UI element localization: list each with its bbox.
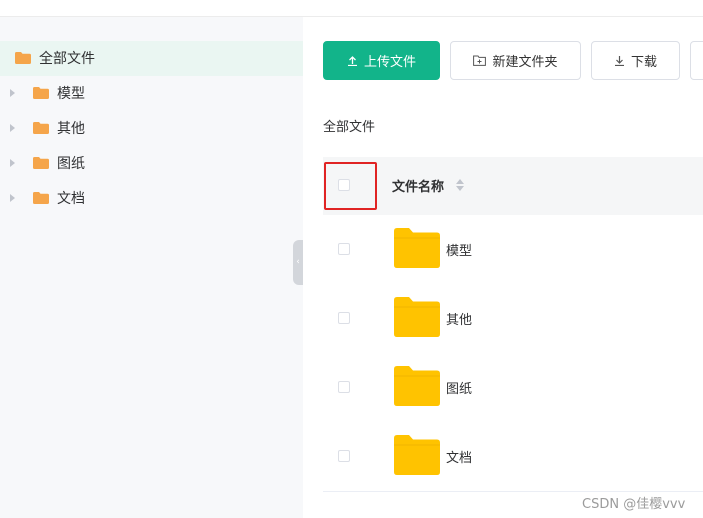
folder-icon	[33, 157, 49, 169]
folder-add-icon	[473, 55, 487, 66]
download-button-label: 下载	[630, 55, 657, 70]
table-row[interactable]: 模型	[323, 215, 703, 285]
column-header-name[interactable]: 文件名称	[392, 176, 444, 195]
caret-right-icon[interactable]	[10, 159, 15, 167]
tree-item-documents[interactable]: 文档	[0, 181, 303, 216]
new-folder-button-label: 新建文件夹	[492, 55, 558, 70]
select-all-checkbox[interactable]	[338, 179, 350, 191]
folder-icon	[33, 192, 49, 204]
folder-icon	[394, 366, 440, 406]
highlight-box	[324, 162, 377, 210]
download-icon	[614, 55, 625, 66]
upload-button[interactable]: 上传文件	[323, 41, 440, 80]
tree-item-label: 全部文件	[39, 51, 95, 67]
new-folder-button[interactable]: 新建文件夹	[450, 41, 581, 80]
tree-item-label: 模型	[57, 86, 85, 102]
upload-icon	[347, 55, 358, 66]
sidebar-tree: 全部文件 模型 其他 图纸 文档	[0, 17, 303, 518]
tree-item-label: 文档	[57, 191, 85, 207]
caret-right-icon[interactable]	[10, 124, 15, 132]
folder-icon	[394, 297, 440, 337]
download-button[interactable]: 下载	[591, 41, 680, 80]
chevron-left-icon: ‹	[296, 257, 300, 267]
tree-item-label: 其他	[57, 121, 85, 137]
breadcrumb[interactable]: 全部文件	[323, 116, 375, 135]
caret-right-icon[interactable]	[10, 194, 15, 202]
tree-item-all-files[interactable]: 全部文件	[0, 41, 303, 76]
folder-icon	[394, 228, 440, 268]
folder-icon	[33, 122, 49, 134]
file-name[interactable]: 图纸	[446, 378, 472, 397]
folder-icon	[33, 87, 49, 99]
sort-icon[interactable]	[455, 178, 465, 192]
top-bar	[0, 0, 703, 17]
row-checkbox[interactable]	[338, 312, 350, 324]
table-header: 文件名称	[323, 157, 703, 216]
file-name[interactable]: 模型	[446, 240, 472, 259]
sidebar-collapse-handle[interactable]: ‹	[293, 240, 303, 285]
table-row[interactable]: 文档	[323, 422, 703, 492]
folder-icon	[394, 435, 440, 475]
table-row[interactable]: 图纸	[323, 353, 703, 423]
tree-item-model[interactable]: 模型	[0, 76, 303, 111]
caret-right-icon[interactable]	[10, 89, 15, 97]
tree-item-label: 图纸	[57, 156, 85, 172]
watermark: CSDN @佳樱vvv	[582, 497, 686, 512]
upload-button-label: 上传文件	[363, 55, 416, 70]
row-checkbox[interactable]	[338, 381, 350, 393]
file-name[interactable]: 其他	[446, 309, 472, 328]
folder-icon	[15, 52, 31, 64]
tree-item-other[interactable]: 其他	[0, 111, 303, 146]
table-row[interactable]: 其他	[323, 284, 703, 354]
row-checkbox[interactable]	[338, 450, 350, 462]
file-name[interactable]: 文档	[446, 447, 472, 466]
row-checkbox[interactable]	[338, 243, 350, 255]
more-button[interactable]	[690, 41, 703, 80]
tree-item-drawings[interactable]: 图纸	[0, 146, 303, 181]
